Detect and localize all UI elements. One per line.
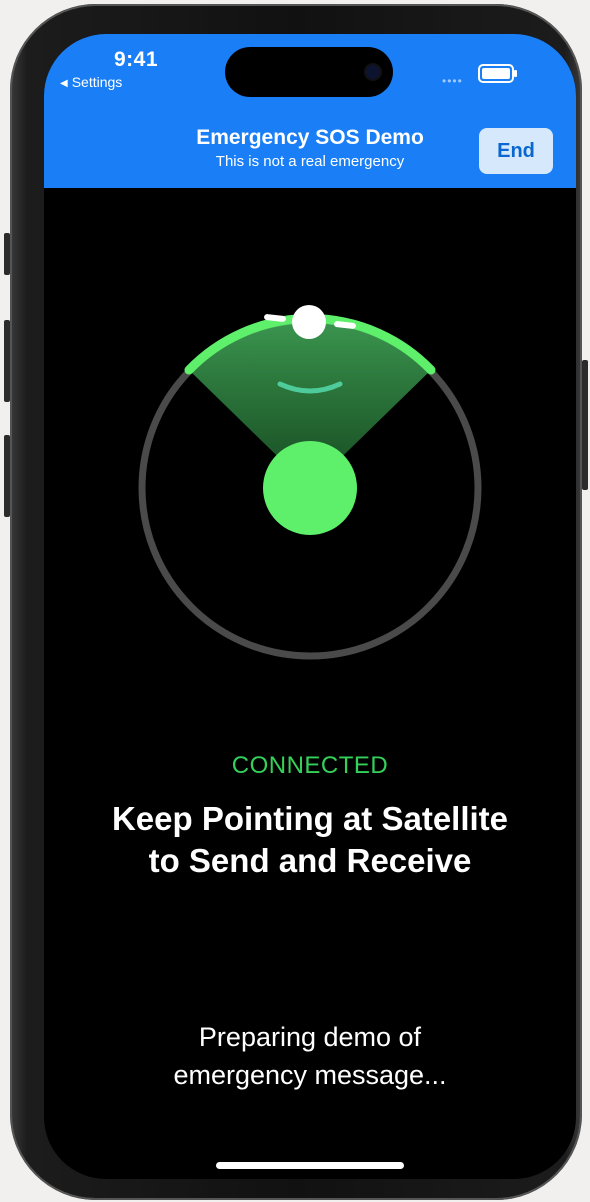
satellite-radar xyxy=(138,305,482,660)
end-demo-button[interactable]: End xyxy=(479,128,553,174)
camera-icon xyxy=(366,65,380,79)
battery-icon xyxy=(478,64,517,83)
dynamic-island xyxy=(225,47,393,97)
back-arrow-icon: ◀ xyxy=(60,78,68,89)
home-indicator[interactable] xyxy=(216,1162,404,1169)
satellite-icon xyxy=(292,305,326,339)
connection-status: CONNECTED xyxy=(231,752,389,779)
headline-line-1: Keep Pointing at Satellite xyxy=(111,800,509,837)
emergency-sos-demo-banner: 9:41 ◀ Settings •••• Emergency SOS Demo T… xyxy=(44,34,576,188)
phone-frame: 9:41 ◀ Settings •••• Emergency SOS Demo T… xyxy=(10,4,582,1200)
back-to-settings-link[interactable]: ◀ Settings xyxy=(60,74,122,90)
preparing-message: Preparing demo of emergency message... xyxy=(44,1018,576,1094)
status-time: 9:41 xyxy=(114,48,159,71)
screen: 9:41 ◀ Settings •••• Emergency SOS Demo T… xyxy=(44,34,576,1179)
phone-direction-indicator-icon xyxy=(263,441,357,535)
back-label: Settings xyxy=(71,74,123,90)
headline-line-2: to Send and Receive xyxy=(148,842,472,879)
instruction-headline: Keep Pointing at Satellite to Send and R… xyxy=(44,798,576,882)
cellular-signal-icon: •••• xyxy=(442,74,463,88)
power-button[interactable] xyxy=(582,360,588,490)
message-line-2: emergency message... xyxy=(173,1060,447,1090)
message-line-1: Preparing demo of xyxy=(198,1022,422,1052)
